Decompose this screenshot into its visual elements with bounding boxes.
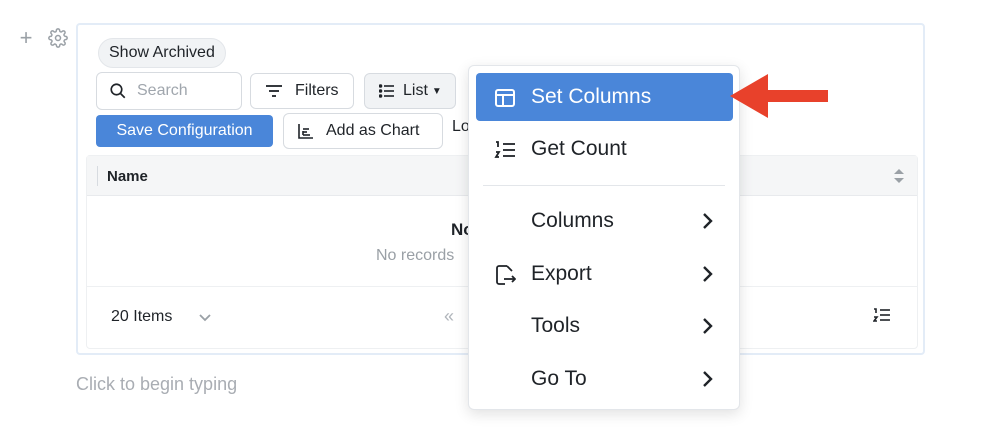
export-icon [496,265,516,285]
view-type-label: List [403,82,428,99]
menu-item-columns[interactable]: Columns [476,197,733,245]
menu-item-tools[interactable]: Tools [476,302,733,350]
menu-item-label: Columns [531,209,614,232]
menu-item-set-columns[interactable]: Set Columns [476,73,733,121]
menu-item-export[interactable]: Export [476,250,733,298]
sort-icon[interactable] [893,168,905,184]
menu-item-label: Get Count [531,137,627,160]
annotation-arrow-icon [730,74,828,118]
empty-state-subtitle: No records [376,247,455,264]
chevron-right-icon [703,213,713,229]
numbered-list-icon [494,141,515,158]
chevron-right-icon [703,266,713,282]
menu-item-label: Export [531,262,592,285]
list-icon [379,84,394,98]
save-configuration-button[interactable]: Save Configuration [96,115,273,147]
block-settings-button[interactable] [48,28,68,48]
plus-icon: + [19,25,33,50]
page-size-selector[interactable]: 20 Items [111,308,172,326]
add-block-button[interactable]: + [16,25,36,50]
numbered-list-icon[interactable] [873,307,891,323]
filters-label: Filters [295,82,339,99]
menu-item-label: Set Columns [531,85,652,108]
column-header-name[interactable]: Name [107,168,148,185]
filter-icon [266,85,282,97]
menu-item-go-to[interactable]: Go To [476,355,733,403]
show-archived-button[interactable]: Show Archived [98,38,226,68]
chevron-right-icon [703,371,713,387]
view-options-menu: Set Columns Get Count Columns Export Too… [468,65,740,410]
menu-item-get-count[interactable]: Get Count [476,125,733,173]
gear-icon [48,28,68,48]
add-as-chart-label: Add as Chart [326,122,420,139]
search-box[interactable] [96,72,242,110]
menu-divider [483,185,725,186]
menu-item-label: Tools [531,314,581,337]
chart-icon [298,124,313,139]
chevron-down-icon[interactable] [197,309,213,325]
chevron-right-icon [703,318,713,334]
first-page-icon[interactable]: « [444,306,454,327]
search-icon [110,83,126,99]
menu-item-label: Go To [531,367,587,390]
columns-layout-icon [495,89,515,107]
view-type-dropdown[interactable]: List ▼ [364,73,456,109]
caret-down-icon: ▼ [431,85,442,97]
filters-button[interactable]: Filters [250,73,354,109]
add-as-chart-button[interactable]: Add as Chart [283,113,443,149]
search-input[interactable] [137,82,227,100]
column-divider [97,166,98,186]
editor-placeholder[interactable]: Click to begin typing [76,374,237,395]
